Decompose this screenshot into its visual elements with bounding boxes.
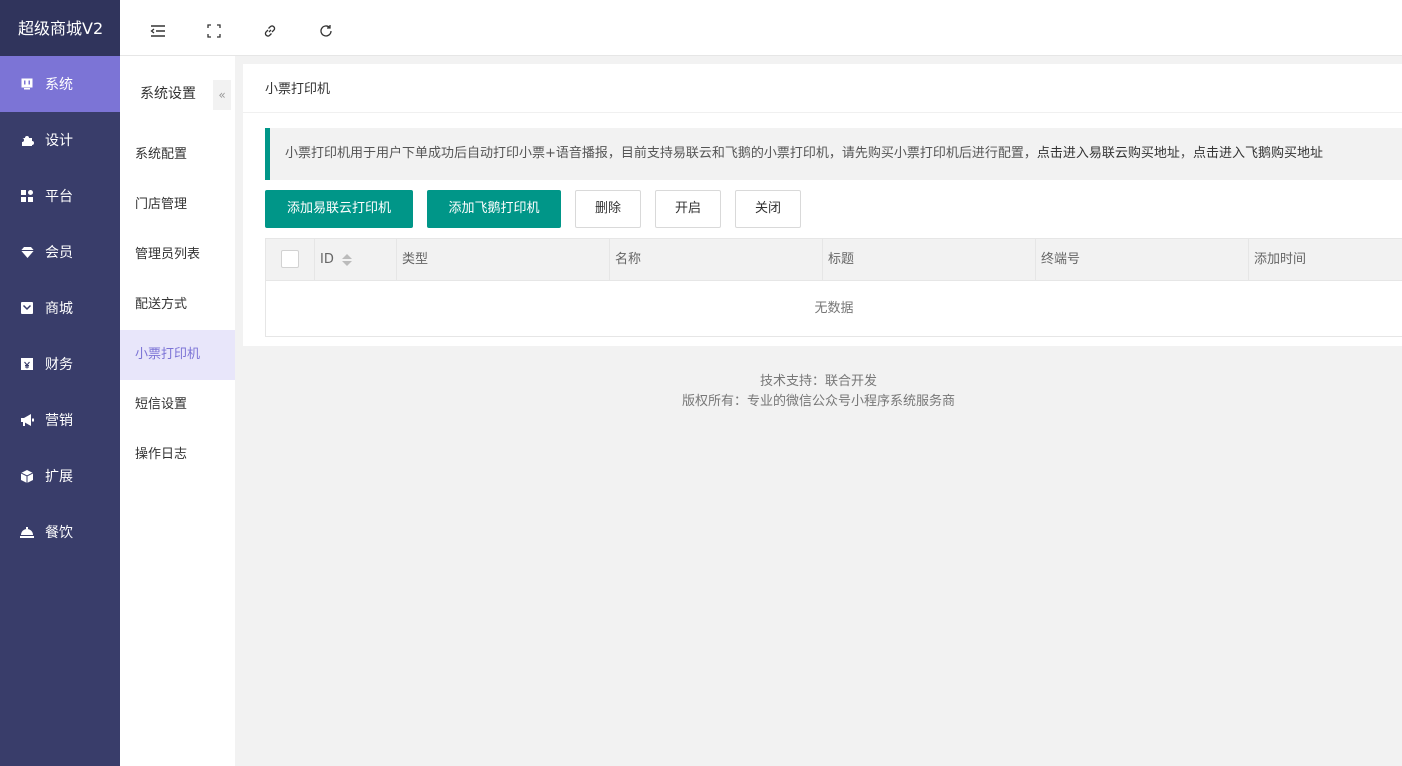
footer-copyright: 版权所有：专业的微信公众号小程序系统服务商 (681, 394, 955, 409)
notice-banner: 小票打印机用于用户下单成功后自动打印小票+语音播报，目前支持易联云和飞鹅的小票打… (265, 128, 1402, 180)
collapse-icon[interactable]: « (213, 80, 231, 110)
delete-button[interactable]: 删除 (575, 190, 641, 228)
nav-item-mall[interactable]: 商城 (0, 280, 120, 336)
monitor-icon (20, 77, 34, 91)
column-header-name: 名称 (610, 239, 823, 280)
nav-item-system[interactable]: 系统 (0, 56, 120, 112)
column-header-id[interactable]: ID (315, 239, 397, 280)
empty-state: 无数据 (814, 301, 854, 316)
disable-button[interactable]: 关闭 (735, 190, 801, 228)
puzzle-icon (20, 133, 34, 147)
diamond-icon (20, 245, 34, 259)
sort-icon[interactable] (341, 253, 352, 266)
yilianyun-buy-link[interactable]: 点击进入易联云购买地址 (1037, 146, 1180, 161)
nav-item-marketing[interactable]: 营销 (0, 392, 120, 448)
refresh-icon[interactable] (315, 20, 337, 42)
nav-item-design[interactable]: 设计 (0, 112, 120, 168)
nav-item-label: 平台 (45, 189, 73, 205)
nav-item-label: 系统 (45, 77, 73, 93)
megaphone-icon (20, 413, 34, 427)
yen-icon (20, 357, 34, 371)
footer-support: 技术支持：联合开发 (759, 374, 877, 389)
link-icon[interactable] (259, 20, 281, 42)
main-card: 小票打印机 小票打印机用于用户下单成功后自动打印小票+语音播报，目前支持易联云和… (243, 64, 1402, 346)
sub-item-delivery[interactable]: 配送方式 (120, 280, 235, 330)
nav-item-label: 扩展 (45, 469, 73, 485)
select-all-cell (266, 239, 315, 280)
nav-item-member[interactable]: 会员 (0, 224, 120, 280)
sub-item-system-config[interactable]: 系统配置 (120, 130, 235, 180)
cloche-icon (20, 525, 34, 539)
brand-logo[interactable]: 超级商城V2 (0, 0, 120, 56)
cube-icon (20, 469, 34, 483)
main-sidebar: 超级商城V2 系统 设计 平台 会员 商城 财务 营销 扩展 餐饮 (0, 0, 120, 766)
page-title: 小票打印机 (243, 64, 1402, 113)
sub-item-admin-list[interactable]: 管理员列表 (120, 230, 235, 280)
sub-item-receipt-printer[interactable]: 小票打印机 (120, 330, 235, 380)
column-header-title: 标题 (823, 239, 1036, 280)
nav-item-label: 商城 (45, 301, 73, 317)
mail-icon (20, 301, 34, 315)
nav-item-platform[interactable]: 平台 (0, 168, 120, 224)
nav-item-label: 餐饮 (45, 525, 73, 541)
nav-item-label: 营销 (45, 413, 73, 429)
sub-sidebar: 系统设置 « 系统配置 门店管理 管理员列表 配送方式 小票打印机 短信设置 操… (120, 56, 235, 766)
table-header: ID 类型 名称 标题 终端号 添加时间 (266, 239, 1402, 281)
menu-collapse-icon[interactable] (147, 20, 169, 42)
nav-item-label: 设计 (45, 133, 73, 149)
top-toolbar (120, 0, 1402, 56)
notice-separator: ， (1179, 146, 1193, 161)
sub-item-store-management[interactable]: 门店管理 (120, 180, 235, 230)
sub-item-operation-log[interactable]: 操作日志 (120, 430, 235, 480)
column-header-terminal: 终端号 (1036, 239, 1249, 280)
enable-button[interactable]: 开启 (655, 190, 721, 228)
nav-item-label: 会员 (45, 245, 73, 261)
add-feie-printer-button[interactable]: 添加飞鹅打印机 (427, 190, 561, 228)
add-yilianyun-printer-button[interactable]: 添加易联云打印机 (265, 190, 413, 228)
feie-buy-link[interactable]: 点击进入飞鹅购买地址 (1193, 146, 1323, 161)
notice-text: 小票打印机用于用户下单成功后自动打印小票+语音播报，目前支持易联云和飞鹅的小票打… (285, 146, 1037, 161)
column-header-type: 类型 (397, 239, 610, 280)
nav-item-extension[interactable]: 扩展 (0, 448, 120, 504)
printer-table: ID 类型 名称 标题 终端号 添加时间 无数据 (265, 238, 1402, 337)
nav-item-label: 财务 (45, 357, 73, 373)
grid-icon (20, 189, 34, 203)
fullscreen-icon[interactable] (203, 20, 225, 42)
footer: 技术支持：联合开发 版权所有：专业的微信公众号小程序系统服务商 (235, 372, 1402, 412)
sub-item-sms-settings[interactable]: 短信设置 (120, 380, 235, 430)
nav-item-finance[interactable]: 财务 (0, 336, 120, 392)
column-header-added-time: 添加时间 (1254, 252, 1307, 267)
nav-item-dining[interactable]: 餐饮 (0, 504, 120, 560)
select-all-checkbox[interactable] (281, 250, 299, 268)
